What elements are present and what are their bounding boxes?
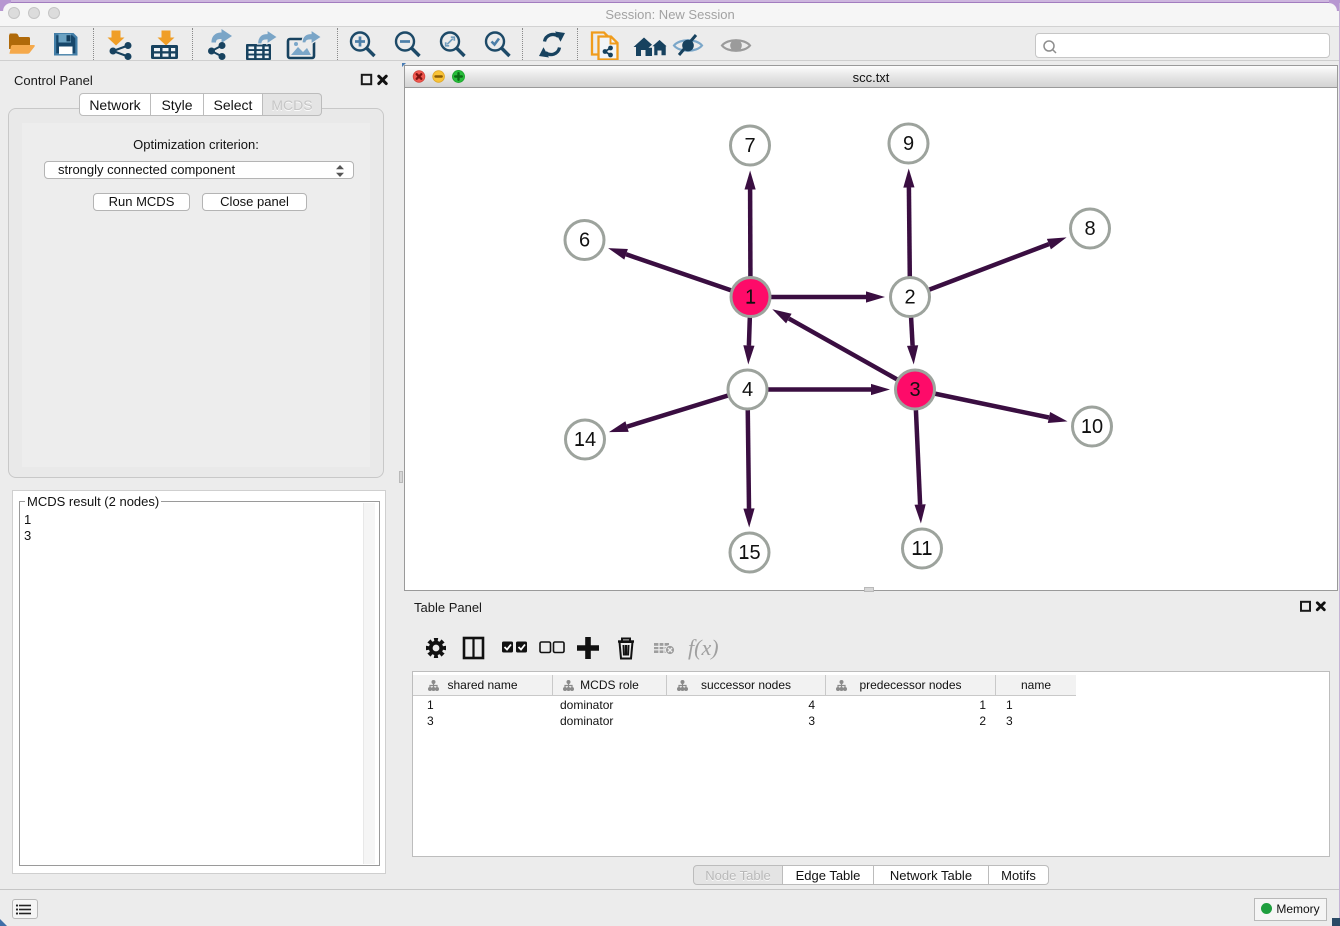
svg-text:8: 8 bbox=[1084, 218, 1095, 240]
svg-text:9: 9 bbox=[903, 133, 914, 155]
svg-text:2: 2 bbox=[904, 287, 915, 309]
svg-text:6: 6 bbox=[579, 230, 590, 252]
svg-text:15: 15 bbox=[738, 542, 760, 564]
svg-text:3: 3 bbox=[909, 379, 920, 401]
svg-text:10: 10 bbox=[1081, 416, 1103, 438]
svg-text:7: 7 bbox=[744, 135, 755, 157]
svg-text:4: 4 bbox=[742, 379, 753, 401]
svg-text:11: 11 bbox=[912, 538, 933, 560]
svg-text:1: 1 bbox=[745, 287, 756, 309]
svg-text:14: 14 bbox=[574, 429, 596, 451]
svg-text:f(x): f(x) bbox=[688, 635, 719, 660]
